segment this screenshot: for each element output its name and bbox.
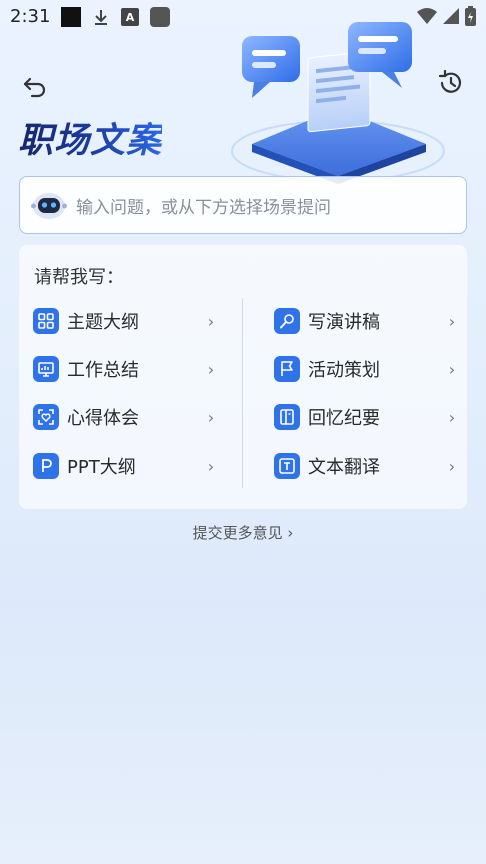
scenario-ppt-outline[interactable]: PPT大纲 › [33, 451, 218, 481]
back-icon[interactable] [20, 70, 50, 100]
scenario-label: 工作总结 [67, 360, 139, 381]
submit-feedback-link[interactable]: 提交更多意见 › [0, 522, 486, 543]
scenario-label: 文本翻译 [308, 457, 380, 478]
monitor-chart-icon [33, 356, 59, 382]
status-time: 2:31 [10, 6, 51, 27]
writing-scenarios-card: 请帮我写： 主题大纲 › 工作总结 › 心得体会 › PPT大纲 › 写演讲稿 [19, 245, 467, 509]
chevron-right-icon: › [448, 407, 456, 427]
grid-icon [33, 308, 59, 334]
square-notification-icon [150, 7, 170, 27]
app-notification-icon [61, 7, 81, 27]
search-placeholder: 输入问题，或从下方选择场景提问 [76, 197, 331, 218]
scenario-label: 主题大纲 [67, 312, 139, 333]
chevron-right-icon: › [207, 359, 215, 379]
page-title: 职场文案 [18, 112, 162, 163]
scenario-outline[interactable]: 主题大纲 › [33, 306, 218, 336]
scenario-speech[interactable]: 写演讲稿 › [274, 306, 459, 336]
scenario-work-summary[interactable]: 工作总结 › [33, 354, 218, 384]
download-icon [95, 10, 107, 25]
chevron-right-icon: › [448, 359, 456, 379]
letter-p-icon [33, 453, 59, 479]
flag-icon [274, 356, 300, 382]
chevron-right-icon: › [448, 311, 456, 331]
microphone-icon [274, 308, 300, 334]
chevron-right-icon: › [207, 407, 215, 427]
scenario-reflections[interactable]: 心得体会 › [33, 402, 218, 432]
scenario-translation[interactable]: 文本翻译 › [274, 451, 459, 481]
scenario-label: PPT大纲 [67, 457, 136, 478]
text-t-icon [274, 453, 300, 479]
notebook-icon [274, 404, 300, 430]
scenario-memoir[interactable]: 回忆纪要 › [274, 402, 459, 432]
scenario-event-planning[interactable]: 活动策划 › [274, 354, 459, 384]
scenario-label: 心得体会 [67, 408, 139, 429]
search-input[interactable]: 输入问题，或从下方选择场景提问 [19, 176, 467, 234]
column-divider [242, 298, 243, 488]
history-icon[interactable] [436, 68, 466, 98]
heart-frame-icon [33, 404, 59, 430]
robot-assistant-icon [31, 193, 67, 219]
card-title: 请帮我写： [34, 267, 124, 288]
font-a-icon: A [121, 8, 139, 26]
chevron-right-icon: › [448, 456, 456, 476]
scenario-label: 回忆纪要 [308, 408, 380, 429]
scenario-label: 活动策划 [308, 360, 380, 381]
battery-icon [465, 6, 476, 26]
hero-illustration [231, 22, 445, 184]
chevron-right-icon: › [207, 311, 215, 331]
chevron-right-icon: › [207, 456, 215, 476]
scenario-label: 写演讲稿 [308, 312, 380, 333]
